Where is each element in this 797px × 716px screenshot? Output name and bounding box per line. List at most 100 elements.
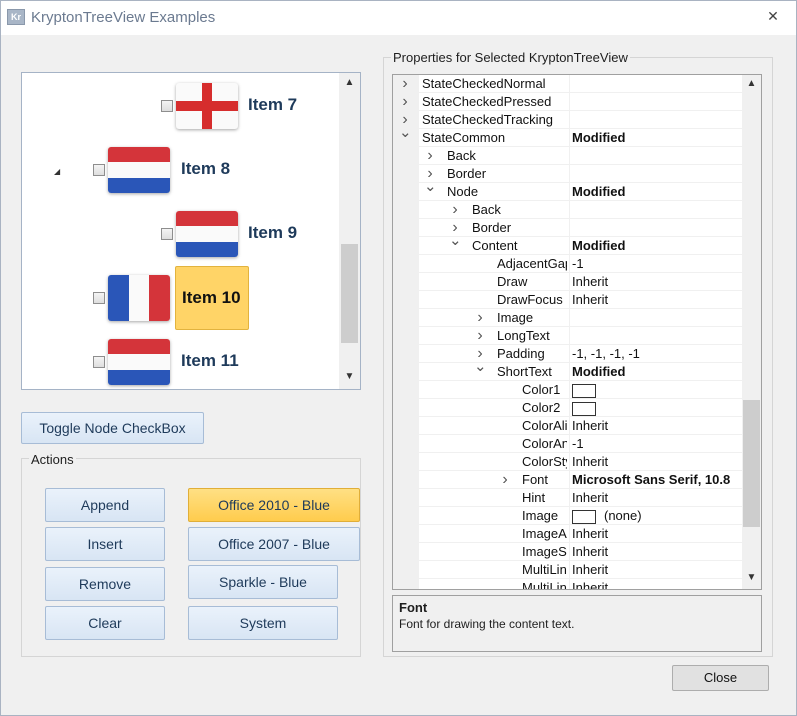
property-grid[interactable]: › StateCheckedNormal › StateCheckedPressed ›… (392, 74, 762, 590)
property-value[interactable]: Modified (569, 363, 743, 381)
tree-view[interactable]: Item 7 ◢ Item 8 Item 9 Item 10 Item 11 ▲… (21, 72, 361, 390)
property-row[interactable]: ColorAngle-1 (393, 435, 743, 453)
property-row[interactable]: MultiLineHInherit (393, 579, 743, 589)
append-button[interactable]: Append (45, 488, 165, 522)
property-row[interactable]: › Border (393, 219, 743, 237)
property-value[interactable] (569, 201, 743, 219)
property-value[interactable] (569, 75, 743, 93)
property-row[interactable]: ColorStyleInherit (393, 453, 743, 471)
property-value[interactable] (569, 309, 743, 327)
property-row[interactable]: Image (none) (393, 507, 743, 525)
close-icon[interactable]: ✕ (763, 6, 783, 26)
toggle-node-checkbox-button[interactable]: Toggle Node CheckBox (21, 412, 204, 444)
property-value[interactable] (569, 327, 743, 345)
tree-item-label[interactable]: Item 9 (242, 215, 303, 251)
property-row[interactable]: › Back (393, 147, 743, 165)
palette-sparkle-blue-button[interactable]: Sparkle - Blue (188, 565, 338, 599)
scroll-up-icon[interactable]: ▲ (743, 78, 760, 89)
checkbox-item-11[interactable] (93, 356, 105, 368)
property-row[interactable]: › StateCheckedPressed (393, 93, 743, 111)
property-row[interactable]: › Padding -1, -1, -1, -1 (393, 345, 743, 363)
expand-chevron-icon[interactable]: › (474, 309, 486, 327)
scroll-thumb[interactable] (341, 244, 358, 343)
tree-item-label-selected[interactable]: Item 10 (175, 266, 249, 330)
property-value[interactable]: Inherit (569, 525, 743, 543)
property-row[interactable]: ⌄ StateCommon Modified (393, 125, 743, 147)
property-value[interactable]: Modified (569, 183, 743, 201)
property-row[interactable]: Color1 (393, 381, 743, 399)
property-value[interactable]: Inherit (569, 489, 743, 507)
property-row[interactable]: Color2 (393, 399, 743, 417)
palette-office-2007-blue-button[interactable]: Office 2007 - Blue (188, 527, 360, 561)
property-value[interactable] (569, 381, 743, 399)
checkbox-item-8[interactable] (93, 164, 105, 176)
property-value[interactable]: Microsoft Sans Serif, 10.8 (569, 471, 743, 489)
property-row[interactable]: › StateCheckedNormal (393, 75, 743, 93)
property-row[interactable]: ColorAlignInherit (393, 417, 743, 435)
property-value[interactable]: -1 (569, 255, 743, 273)
scroll-up-icon[interactable]: ▲ (341, 77, 358, 88)
property-grid-scrollbar[interactable]: ▲ ▼ (742, 75, 761, 589)
property-row[interactable]: ⌄ Content Modified (393, 233, 743, 255)
property-row[interactable]: › Font Microsoft Sans Serif, 10.8 (393, 471, 743, 489)
property-row[interactable]: › StateCheckedTracking (393, 111, 743, 129)
property-value[interactable]: Inherit (569, 561, 743, 579)
property-row[interactable]: ⌄ ShortText Modified (393, 359, 743, 381)
property-value[interactable] (569, 147, 743, 165)
remove-button[interactable]: Remove (45, 567, 165, 601)
expand-chevron-icon[interactable]: › (424, 147, 436, 165)
property-row[interactable]: Hint Inherit (393, 489, 743, 507)
expand-chevron-icon[interactable]: › (449, 201, 461, 219)
tree-item-label[interactable]: Item 11 (175, 343, 245, 379)
property-row[interactable]: Draw Inherit (393, 273, 743, 291)
property-row[interactable]: ⌄ Node Modified (393, 179, 743, 201)
checkbox-item-10[interactable] (93, 292, 105, 304)
tree-item-label[interactable]: Item 8 (175, 151, 236, 187)
tree-scrollbar[interactable]: ▲ ▼ (339, 73, 360, 389)
scroll-down-icon[interactable]: ▼ (341, 371, 358, 382)
tree-item-label[interactable]: Item 7 (242, 87, 303, 123)
expand-chevron-icon[interactable]: › (399, 93, 411, 111)
property-row[interactable]: › LongText (393, 327, 743, 345)
expander-triangle-icon[interactable]: ◢ (54, 167, 60, 176)
property-value[interactable]: Inherit (569, 291, 743, 309)
property-row[interactable]: › Border (393, 165, 743, 183)
property-value[interactable]: Modified (569, 129, 743, 147)
expand-chevron-icon[interactable]: › (399, 75, 411, 93)
property-row[interactable]: DrawFocus Inherit (393, 291, 743, 309)
collapse-chevron-icon[interactable]: ⌄ (424, 179, 437, 201)
close-button[interactable]: Close (672, 665, 769, 691)
clear-button[interactable]: Clear (45, 606, 165, 640)
property-row[interactable]: ImageStyleInherit (393, 543, 743, 561)
property-row[interactable]: AdjacentGap -1 (393, 255, 743, 273)
collapse-chevron-icon[interactable]: ⌄ (399, 125, 412, 147)
property-value[interactable] (569, 399, 743, 417)
expand-chevron-icon[interactable]: › (499, 471, 511, 489)
property-value[interactable] (569, 93, 743, 111)
property-value[interactable]: -1, -1, -1, -1 (569, 345, 743, 363)
property-value[interactable]: Inherit (569, 453, 743, 471)
palette-office-2010-blue-button[interactable]: Office 2010 - Blue (188, 488, 360, 522)
collapse-chevron-icon[interactable]: ⌄ (474, 359, 487, 381)
checkbox-item-9[interactable] (161, 228, 173, 240)
property-row[interactable]: MultiLineInherit (393, 561, 743, 579)
property-value[interactable]: Modified (569, 237, 743, 255)
property-value[interactable]: Inherit (569, 273, 743, 291)
property-value[interactable]: Inherit (569, 543, 743, 561)
property-row[interactable]: › Image (393, 309, 743, 327)
property-value[interactable]: Inherit (569, 417, 743, 435)
property-value[interactable] (569, 111, 743, 129)
property-row[interactable]: › Back (393, 201, 743, 219)
property-value[interactable]: (none) (569, 507, 743, 525)
expand-chevron-icon[interactable]: › (474, 327, 486, 345)
checkbox-item-7[interactable] (161, 100, 173, 112)
property-value[interactable]: Inherit (569, 579, 743, 589)
property-row[interactable]: ImageAlignInherit (393, 525, 743, 543)
property-value[interactable]: -1 (569, 435, 743, 453)
insert-button[interactable]: Insert (45, 527, 165, 561)
scroll-down-icon[interactable]: ▼ (743, 572, 760, 583)
property-value[interactable] (569, 219, 743, 237)
property-value[interactable] (569, 165, 743, 183)
collapse-chevron-icon[interactable]: ⌄ (449, 233, 462, 255)
palette-system-button[interactable]: System (188, 606, 338, 640)
